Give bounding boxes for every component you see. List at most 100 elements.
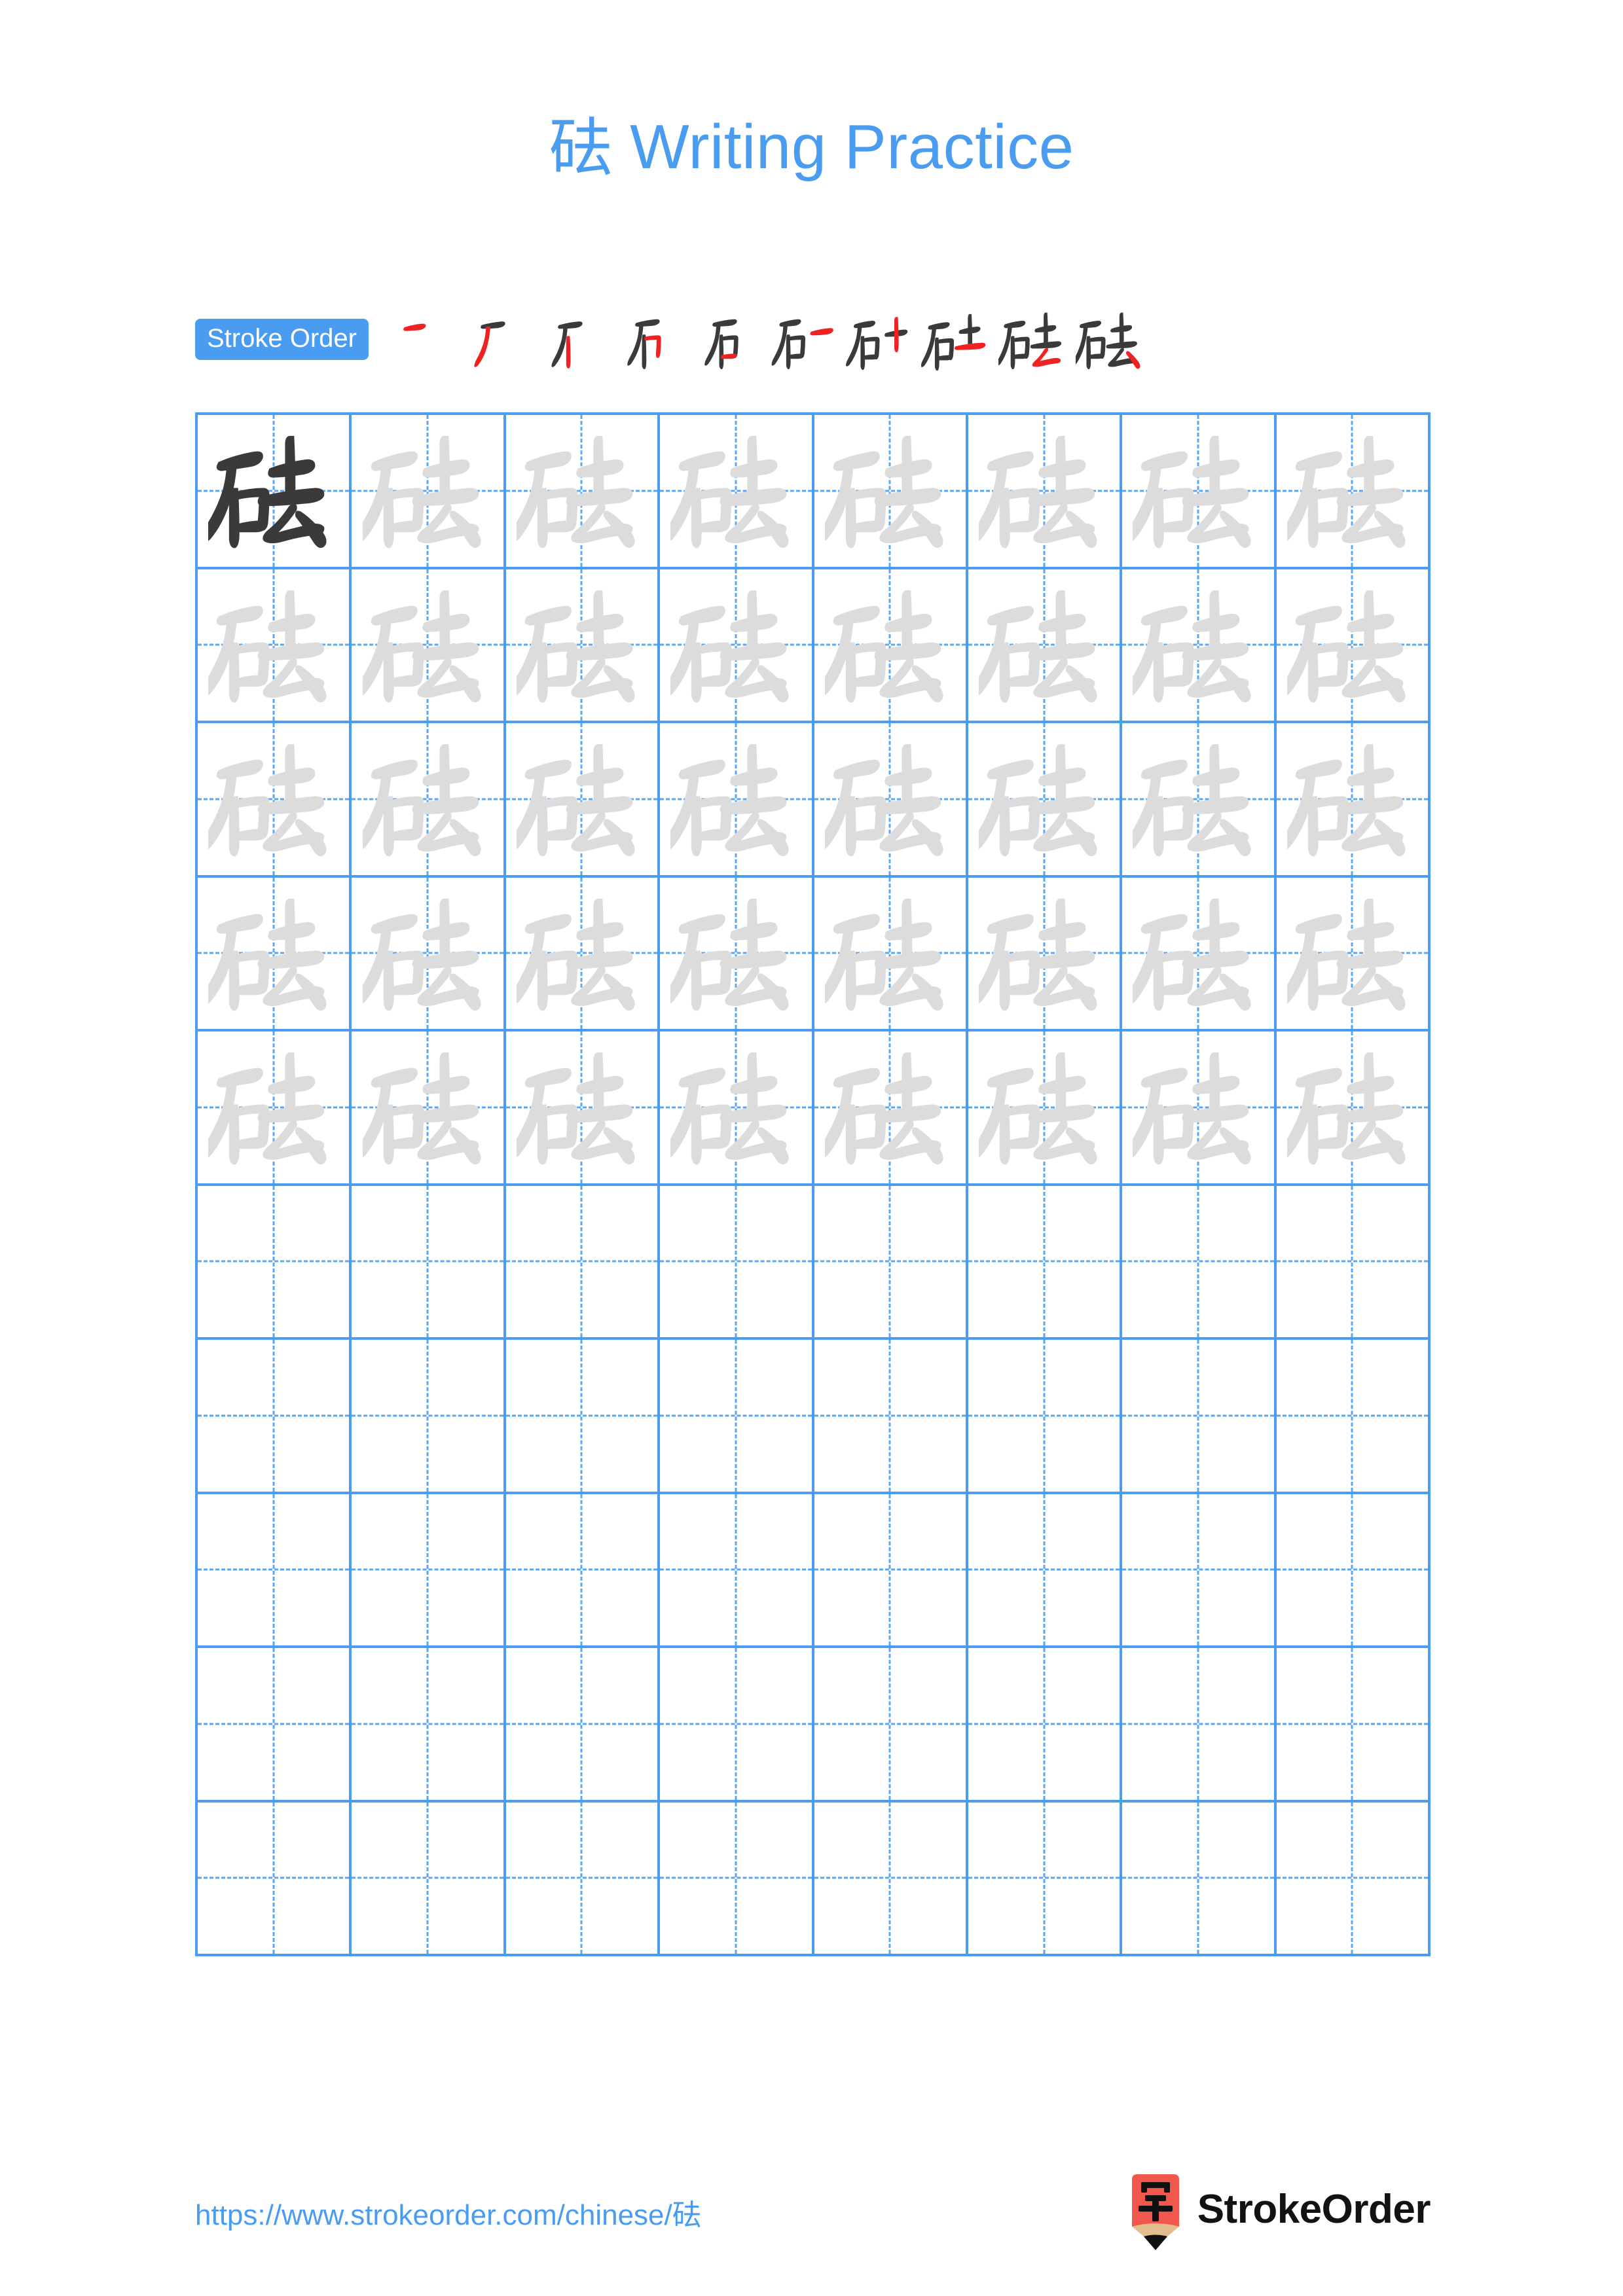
practice-cell[interactable] (968, 877, 1123, 1031)
practice-cell[interactable] (352, 1494, 506, 1648)
practice-cell[interactable] (814, 1185, 968, 1340)
practice-cell[interactable] (1122, 1494, 1277, 1648)
practice-cell[interactable] (1276, 569, 1431, 723)
practice-cell[interactable] (660, 1031, 814, 1186)
stroke-step-6 (767, 302, 844, 376)
practice-cell[interactable] (198, 1494, 352, 1648)
practice-cell[interactable] (505, 1648, 661, 1803)
trace-character (1122, 878, 1273, 1030)
practice-cell[interactable] (198, 415, 352, 569)
practice-cell[interactable] (198, 1648, 352, 1803)
trace-character (660, 1031, 811, 1183)
practice-cell[interactable] (505, 1185, 661, 1340)
trace-character (968, 1031, 1120, 1183)
practice-cell[interactable] (660, 723, 814, 878)
practice-cell[interactable] (968, 723, 1123, 878)
practice-cell[interactable] (198, 1031, 352, 1186)
practice-cell[interactable] (352, 1031, 506, 1186)
practice-cell[interactable] (198, 1802, 352, 1956)
practice-cell[interactable] (968, 415, 1123, 569)
practice-cell[interactable] (505, 569, 661, 723)
practice-cell[interactable] (505, 877, 661, 1031)
practice-cell[interactable] (968, 1494, 1123, 1648)
stroke-step-5 (689, 302, 767, 376)
practice-cell[interactable] (198, 1340, 352, 1494)
practice-cell[interactable] (505, 1340, 661, 1494)
practice-cell[interactable] (1276, 1185, 1431, 1340)
practice-cell[interactable] (968, 1031, 1123, 1186)
stroke-order-steps (380, 302, 1432, 376)
practice-cell[interactable] (1276, 1031, 1431, 1186)
practice-cell[interactable] (660, 1494, 814, 1648)
practice-cell[interactable] (198, 569, 352, 723)
practice-cell[interactable] (814, 877, 968, 1031)
practice-cell[interactable] (1122, 1648, 1277, 1803)
stroke-step-2 (458, 302, 535, 376)
practice-cell[interactable] (505, 1494, 661, 1648)
practice-cell[interactable] (814, 1494, 968, 1648)
practice-cell[interactable] (1122, 1185, 1277, 1340)
practice-cell[interactable] (968, 1648, 1123, 1803)
practice-cell[interactable] (198, 877, 352, 1031)
practice-cell[interactable] (1276, 1494, 1431, 1648)
practice-cell[interactable] (1122, 1031, 1277, 1186)
practice-cell[interactable] (1276, 877, 1431, 1031)
practice-cell[interactable] (660, 877, 814, 1031)
trace-character (1122, 1031, 1273, 1183)
practice-cell[interactable] (198, 723, 352, 878)
practice-cell[interactable] (814, 1802, 968, 1956)
brand-lockup: StrokeOrder (1128, 2173, 1431, 2257)
practice-cell[interactable] (660, 1802, 814, 1956)
practice-cell[interactable] (1122, 1802, 1277, 1956)
practice-cell[interactable] (660, 1648, 814, 1803)
trace-character (506, 878, 657, 1030)
practice-cell[interactable] (968, 1802, 1123, 1956)
model-character (198, 415, 349, 567)
source-url-link[interactable]: https://www.strokeorder.com/chinese/砝 (195, 2191, 701, 2233)
practice-cell[interactable] (1122, 569, 1277, 723)
practice-cell[interactable] (352, 1648, 506, 1803)
practice-cell[interactable] (1276, 1340, 1431, 1494)
practice-cell[interactable] (352, 723, 506, 878)
practice-cell[interactable] (505, 415, 661, 569)
practice-cell[interactable] (968, 1340, 1123, 1494)
practice-cell[interactable] (968, 569, 1123, 723)
practice-cell[interactable] (814, 723, 968, 878)
trace-character (1277, 415, 1428, 567)
practice-cell[interactable] (352, 877, 506, 1031)
practice-cell[interactable] (814, 1648, 968, 1803)
practice-cell[interactable] (968, 1185, 1123, 1340)
trace-character (1277, 878, 1428, 1030)
practice-cell[interactable] (1122, 723, 1277, 878)
practice-cell[interactable] (198, 1185, 352, 1340)
trace-character (968, 569, 1120, 721)
practice-cell[interactable] (352, 415, 506, 569)
practice-cell[interactable] (352, 1185, 506, 1340)
page-title-suffix: Writing Practice (611, 112, 1074, 182)
practice-cell[interactable] (1276, 1802, 1431, 1956)
practice-cell[interactable] (660, 415, 814, 569)
practice-cell[interactable] (814, 1031, 968, 1186)
practice-cell[interactable] (1276, 415, 1431, 569)
practice-cell[interactable] (814, 569, 968, 723)
practice-cell[interactable] (352, 569, 506, 723)
practice-cell[interactable] (1276, 723, 1431, 878)
practice-cell[interactable] (660, 569, 814, 723)
practice-cell[interactable] (352, 1340, 506, 1494)
practice-cell[interactable] (660, 1185, 814, 1340)
trace-character (352, 415, 503, 567)
practice-cell[interactable] (1276, 1648, 1431, 1803)
page-title: 砝 Writing Practice (0, 111, 1623, 184)
practice-cell[interactable] (505, 1031, 661, 1186)
practice-cell[interactable] (1122, 877, 1277, 1031)
practice-cell[interactable] (814, 1340, 968, 1494)
practice-cell[interactable] (1122, 1340, 1277, 1494)
practice-cell[interactable] (505, 723, 661, 878)
practice-cell[interactable] (352, 1802, 506, 1956)
trace-character (814, 723, 966, 875)
practice-cell[interactable] (660, 1340, 814, 1494)
practice-cell[interactable] (814, 415, 968, 569)
trace-character (814, 878, 966, 1030)
practice-cell[interactable] (1122, 415, 1277, 569)
practice-cell[interactable] (505, 1802, 661, 1956)
